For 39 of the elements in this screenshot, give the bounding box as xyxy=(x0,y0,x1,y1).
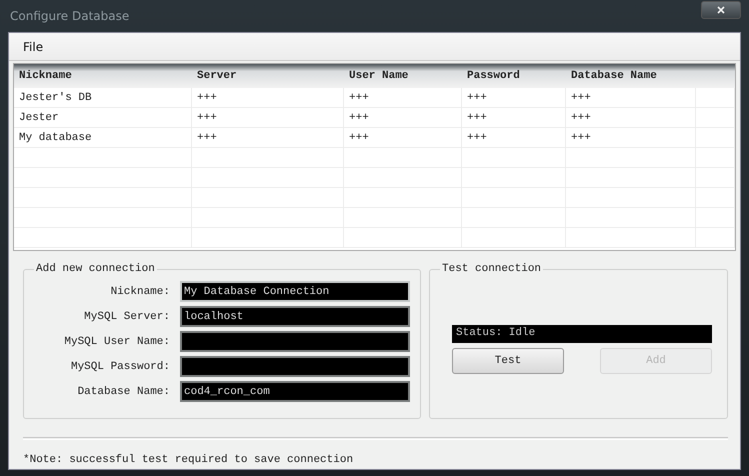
table-cell: +++ xyxy=(462,108,566,127)
table-cell: +++ xyxy=(344,108,462,127)
input-field[interactable]: localhost xyxy=(180,306,410,327)
table-cell: +++ xyxy=(566,128,696,147)
close-button[interactable] xyxy=(701,1,741,19)
table-cell: Jester's DB xyxy=(14,88,192,107)
input-field[interactable] xyxy=(180,356,410,377)
table-cell: +++ xyxy=(566,88,696,107)
column-header[interactable]: Password xyxy=(462,64,566,88)
table-cell: +++ xyxy=(192,128,344,147)
field-label: Nickname: xyxy=(110,286,171,298)
field-label: Database Name: xyxy=(76,386,171,398)
column-header[interactable]: Server xyxy=(192,64,344,88)
table-cell: +++ xyxy=(192,88,344,107)
group-title: Add new connection xyxy=(35,263,156,275)
table-cell: +++ xyxy=(462,128,566,147)
input-field[interactable] xyxy=(180,331,410,352)
column-header[interactable]: Database Name xyxy=(566,64,696,88)
field-label: MySQL Server: xyxy=(83,310,171,322)
table-cell: +++ xyxy=(344,128,462,147)
status-field: Status: Idle xyxy=(452,325,712,343)
close-icon xyxy=(717,6,725,14)
window-title: Configure Database xyxy=(9,9,130,23)
table-cell: +++ xyxy=(462,88,566,107)
input-field[interactable]: cod4_rcon_com xyxy=(180,381,410,402)
table-cell: +++ xyxy=(192,108,344,127)
input-field[interactable]: My Database Connection xyxy=(180,281,410,302)
column-header[interactable]: User Name xyxy=(344,64,462,88)
action-button[interactable]: Test xyxy=(452,348,564,374)
table-cell: My database xyxy=(14,128,192,147)
menu-item[interactable]: File xyxy=(23,40,44,54)
field-label: MySQL User Name: xyxy=(63,336,171,348)
field-label: MySQL Password: xyxy=(70,360,171,372)
table-cell: +++ xyxy=(344,88,462,107)
note-text: *Note: successful test required to save connection xyxy=(23,454,354,466)
table-cell: Jester xyxy=(14,108,192,127)
table-cell: +++ xyxy=(566,108,696,127)
column-header[interactable]: Nickname xyxy=(14,64,192,88)
group-title: Test connection xyxy=(441,263,542,275)
